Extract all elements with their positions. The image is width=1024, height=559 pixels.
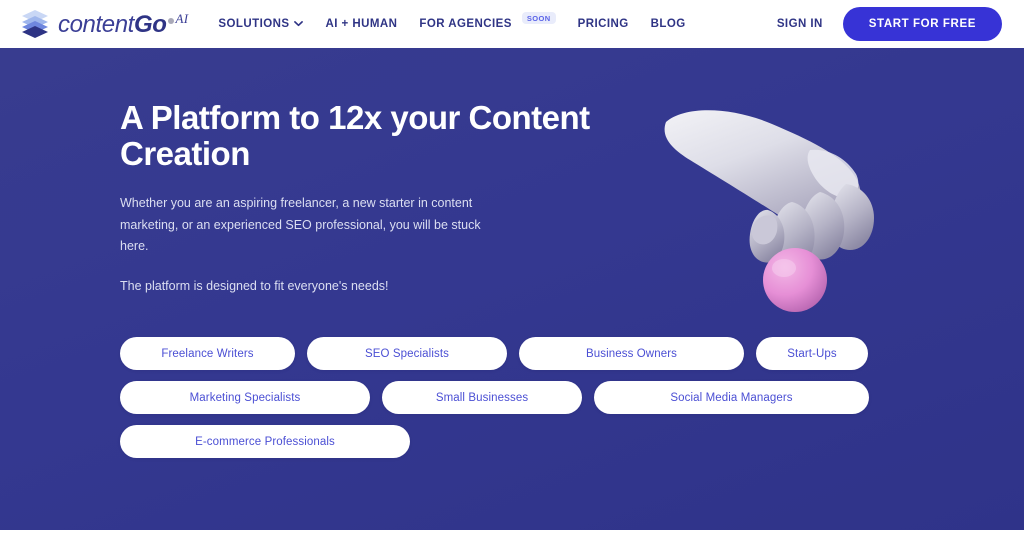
hand-holding-sphere-illustration xyxy=(660,100,920,320)
pill-start-ups[interactable]: Start-Ups xyxy=(756,337,868,370)
hero-paragraph-primary: Whether you are an aspiring freelancer, … xyxy=(120,196,481,254)
site-header: contentGo AI SOLUTIONS AI + HUMAN FOR AGE… xyxy=(0,0,1024,48)
brand-logo[interactable]: contentGo AI xyxy=(20,8,188,40)
nav-label-pricing: PRICING xyxy=(577,18,629,30)
main-navigation: SOLUTIONS AI + HUMAN FOR AGENCIES SOON P… xyxy=(218,12,686,30)
nav-label-ai-human: AI + HUMAN xyxy=(325,18,398,30)
brand-word-bold: Go xyxy=(133,10,167,38)
nav-item-pricing[interactable]: PRICING xyxy=(578,18,629,30)
nav-label-solutions: SOLUTIONS xyxy=(218,18,290,30)
chevron-down-icon xyxy=(294,19,304,28)
layers-stack-icon xyxy=(20,8,50,40)
hero-section: A Platform to 12x your Content Creation … xyxy=(0,48,1024,530)
nav-item-for-agencies[interactable]: FOR AGENCIES SOON xyxy=(419,12,556,30)
nav-item-solutions[interactable]: SOLUTIONS xyxy=(218,18,304,30)
pill-business-owners[interactable]: Business Owners xyxy=(519,337,744,370)
brand-wordmark: contentGo AI xyxy=(58,12,188,37)
audience-pill-groups: Freelance Writers SEO Specialists Busine… xyxy=(120,337,910,469)
pill-social-media-managers[interactable]: Social Media Managers xyxy=(594,381,869,414)
soon-badge: SOON xyxy=(521,12,556,24)
nav-label-for-agencies: FOR AGENCIES xyxy=(419,18,512,30)
brand-dot-icon xyxy=(168,17,175,24)
hero-copy: A Platform to 12x your Content Creation … xyxy=(120,100,640,297)
pill-seo-specialists[interactable]: SEO Specialists xyxy=(307,337,507,370)
sign-in-link[interactable]: SIGN IN xyxy=(777,18,823,30)
nav-item-blog[interactable]: BLOG xyxy=(651,18,686,30)
nav-item-ai-human[interactable]: AI + HUMAN xyxy=(325,18,397,30)
pill-small-businesses[interactable]: Small Businesses xyxy=(382,381,582,414)
nav-label-blog: BLOG xyxy=(650,18,686,30)
pill-ecommerce-professionals[interactable]: E-commerce Professionals xyxy=(120,425,410,458)
header-actions: SIGN IN START FOR FREE xyxy=(777,7,1002,41)
audience-pill-row: Marketing Specialists Small Businesses S… xyxy=(120,381,910,414)
page-body-below-hero xyxy=(0,530,1024,559)
hero-paragraph-secondary: The platform is designed to fit everyone… xyxy=(120,278,389,293)
pill-freelance-writers[interactable]: Freelance Writers xyxy=(120,337,295,370)
landing-page: contentGo AI SOLUTIONS AI + HUMAN FOR AGE… xyxy=(0,0,1024,559)
page-title: A Platform to 12x your Content Creation xyxy=(120,99,590,172)
pill-marketing-specialists[interactable]: Marketing Specialists xyxy=(120,381,370,414)
audience-pill-row: E-commerce Professionals xyxy=(120,425,910,458)
brand-superscript-ai: AI xyxy=(175,10,189,26)
audience-pill-row: Freelance Writers SEO Specialists Busine… xyxy=(120,337,910,370)
start-for-free-button[interactable]: START FOR FREE xyxy=(842,7,1002,41)
brand-word-light: content xyxy=(58,10,134,38)
